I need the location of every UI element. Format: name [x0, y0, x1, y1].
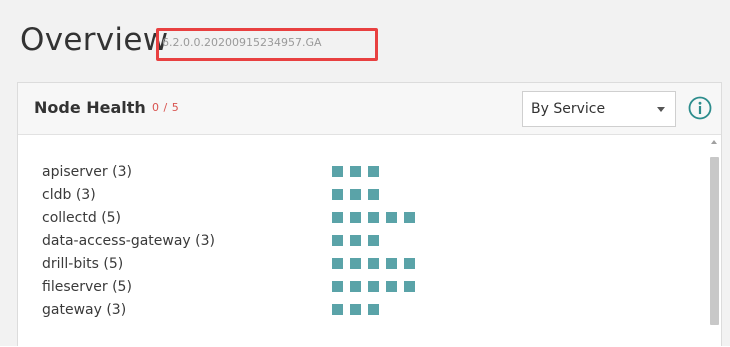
node-status-square[interactable]	[368, 166, 379, 177]
service-row[interactable]: fileserver (5)	[42, 277, 502, 300]
node-health-count: 0 / 5	[152, 101, 180, 114]
view-by-select[interactable]: By Service	[522, 91, 676, 127]
scrollbar[interactable]	[707, 137, 721, 347]
service-row[interactable]: collectd (5)	[42, 208, 502, 231]
node-status-square[interactable]	[386, 258, 397, 269]
service-label: apiserver (3)	[42, 164, 132, 181]
node-status-square[interactable]	[386, 212, 397, 223]
service-row[interactable]: gateway (3)	[42, 300, 502, 323]
node-status-square[interactable]	[404, 258, 415, 269]
service-label: collectd (5)	[42, 210, 121, 227]
node-status-square[interactable]	[368, 281, 379, 292]
node-status-square[interactable]	[368, 189, 379, 200]
node-status-square[interactable]	[404, 212, 415, 223]
service-label: drill-bits (5)	[42, 256, 123, 273]
service-name: collectd	[42, 210, 97, 226]
service-name: gateway	[42, 302, 102, 318]
version-highlight-box	[156, 28, 378, 61]
service-row[interactable]: apiserver (3)	[42, 162, 502, 185]
service-node-count: (3)	[112, 164, 132, 180]
scroll-up-arrow-icon[interactable]	[711, 140, 717, 144]
node-status-square[interactable]	[332, 304, 343, 315]
node-status-square[interactable]	[404, 281, 415, 292]
node-status-square[interactable]	[332, 258, 343, 269]
service-node-count: (3)	[195, 233, 215, 249]
node-status-square[interactable]	[332, 189, 343, 200]
info-icon[interactable]	[687, 95, 713, 121]
service-label: fileserver (5)	[42, 279, 132, 296]
node-status-square[interactable]	[350, 258, 361, 269]
service-name: apiserver	[42, 164, 108, 180]
node-status-square[interactable]	[350, 212, 361, 223]
caret-down-icon	[657, 107, 665, 112]
service-label: data-access-gateway (3)	[42, 233, 215, 250]
service-label: cldb (3)	[42, 187, 96, 204]
service-name: fileserver	[42, 279, 108, 295]
node-status-square[interactable]	[332, 166, 343, 177]
node-status-square[interactable]	[386, 281, 397, 292]
service-row[interactable]: drill-bits (5)	[42, 254, 502, 277]
service-row[interactable]: data-access-gateway (3)	[42, 231, 502, 254]
node-status-square[interactable]	[350, 304, 361, 315]
service-name: data-access-gateway	[42, 233, 191, 249]
service-node-count: (5)	[103, 256, 124, 272]
node-status-square[interactable]	[332, 235, 343, 246]
scrollbar-thumb[interactable]	[710, 157, 719, 325]
node-status-square[interactable]	[368, 212, 379, 223]
service-name: cldb	[42, 187, 72, 203]
node-status-square[interactable]	[368, 258, 379, 269]
service-node-count: (3)	[106, 302, 127, 318]
node-status-square[interactable]	[350, 235, 361, 246]
service-list: apiserver (3) cldb (3) collectd (5) data-ac…	[42, 162, 502, 323]
page-title: Overview	[20, 22, 169, 58]
node-status-square[interactable]	[332, 281, 343, 292]
service-node-count: (3)	[75, 187, 96, 203]
panel-title: Node Health	[34, 98, 146, 117]
view-by-select-value: By Service	[531, 101, 606, 117]
node-status-square[interactable]	[350, 189, 361, 200]
service-label: gateway (3)	[42, 302, 126, 319]
service-row[interactable]: cldb (3)	[42, 185, 502, 208]
service-node-count: (5)	[112, 279, 132, 295]
node-status-square[interactable]	[368, 235, 379, 246]
panel-header: Node Health 0 / 5 By Service	[18, 83, 721, 135]
service-node-count: (5)	[101, 210, 122, 226]
node-status-square[interactable]	[368, 304, 379, 315]
node-status-square[interactable]	[350, 166, 361, 177]
node-health-panel: Node Health 0 / 5 By Service apiserver (…	[17, 82, 722, 347]
node-status-square[interactable]	[332, 212, 343, 223]
service-name: drill-bits	[42, 256, 99, 272]
node-status-square[interactable]	[350, 281, 361, 292]
